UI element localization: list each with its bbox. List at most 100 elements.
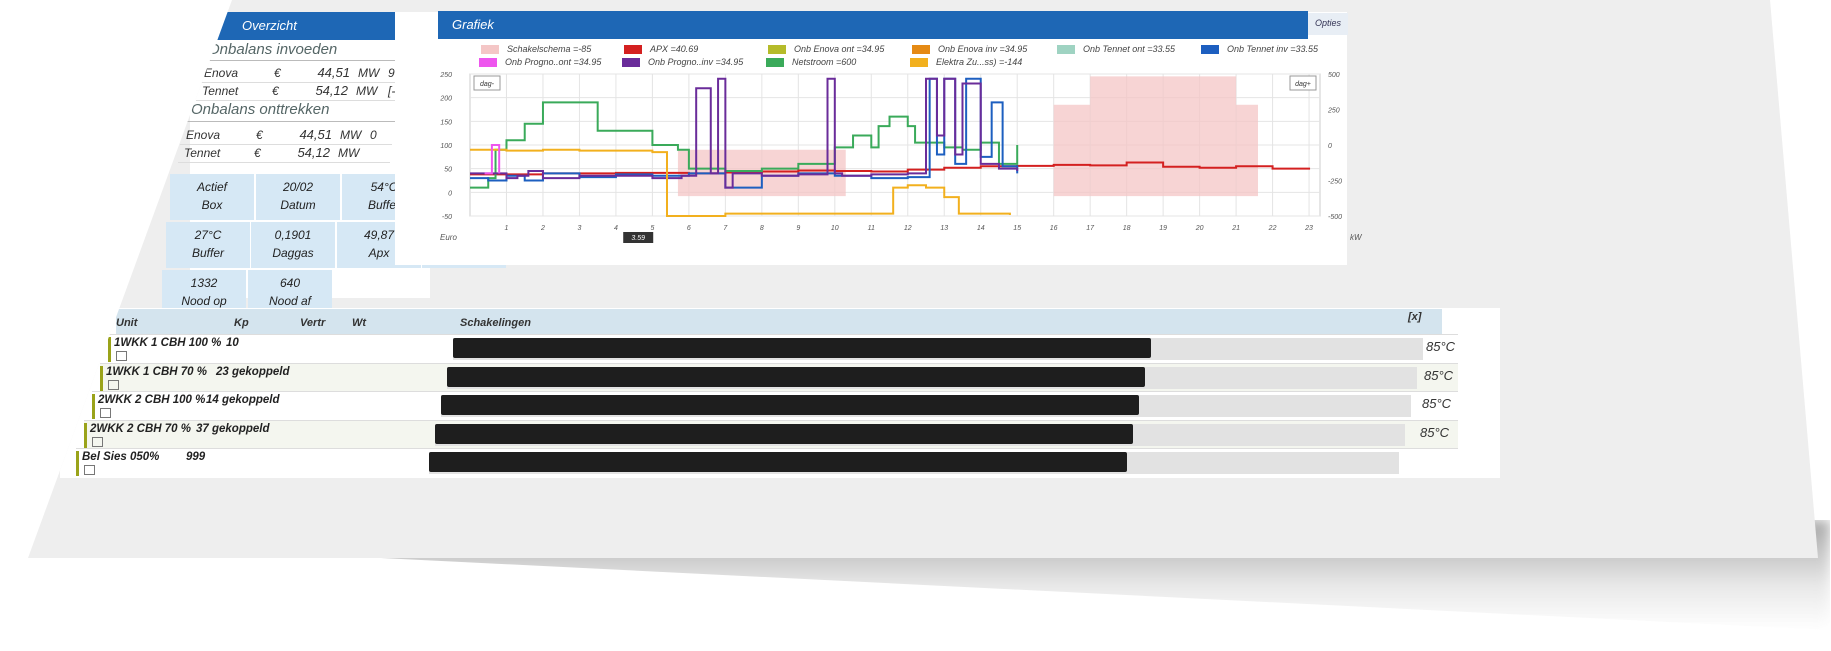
kp-value: 10 [226,337,239,349]
col-unit[interactable]: Unit [116,317,137,329]
currency-symbol: € [254,146,261,160]
table-row[interactable]: 2WKK 2 CBH 100 % 14 gekoppeld 85°C [92,391,1458,421]
x-tick-label: 3 [577,225,581,232]
grafiek-title: Grafiek [452,17,494,32]
kp-value: 23 gekoppeld [216,365,290,378]
y2-tick-label: 250 [1327,108,1340,115]
x-tick-label: 4 [614,225,618,232]
y-tick-label: -50 [442,214,452,221]
tile-value: 640 [279,276,301,290]
temperature-value: 85°C [1426,339,1456,354]
tile-value: 0,1901 [274,228,312,242]
calendar-icon[interactable] [84,465,95,475]
x-tick-label: 16 [1050,225,1058,232]
legend-label: Onb Enova ont =34.95 [794,44,885,54]
calendar-icon[interactable] [108,379,119,390]
y2-axis-label: kW [1350,233,1363,242]
x-tick-label: 8 [760,225,764,232]
col-vertr[interactable]: Vertr [300,317,325,329]
onbalans-row: Enova€44,51MW98 [-16] [204,64,424,98]
status-tile: 27°C Buffer [166,222,250,268]
unit-label: MW [340,128,362,142]
x-tick-label: 6 [687,225,691,232]
unit-label: MW [338,146,360,160]
divider [178,162,390,163]
switch-bar [441,395,1140,415]
unit-name: 2WKK 2 CBH 70 % [90,422,191,435]
temperature-value: 85°C [1422,396,1452,411]
kp-value: 14 gekoppeld [206,394,280,406]
col-wt[interactable]: Wt [352,317,366,329]
x-tick-label: 5 [650,225,654,232]
options-button[interactable]: Opties [1308,13,1348,35]
tile-label: Datum [280,198,316,212]
onbalans-name: Enova [186,128,221,142]
unit-label: MW [356,84,378,98]
onbalans-row: Enova €44,51 MW 0 [186,126,406,144]
onbalans-row: Tennet €54,12 MW [184,144,404,162]
row-accent [76,451,79,476]
legend-label: Onb Enova inv =34.95 [938,44,1028,54]
x-tick-label: 15 [1013,225,1021,232]
status-tile: 20/02 Datum [256,174,340,220]
unit-name: Bel Sies 050% [82,451,160,463]
unit-label: MW [358,66,380,80]
table-row[interactable]: Bel Sies 050% 999 [76,448,1458,478]
col-schakelingen[interactable]: Schakelingen [460,317,531,329]
currency-symbol: € [272,84,279,98]
calendar-icon[interactable] [116,351,127,361]
x-tick-label: 10 [831,225,839,232]
legend-swatch [1201,45,1219,54]
col-kp[interactable]: Kp [234,317,249,329]
table-row[interactable]: 1WKK 1 CBH 100 % 10 85°C [108,334,1458,364]
x-tick-label: 19 [1159,225,1167,232]
divider [184,121,400,122]
onbalans-name: Enova [204,66,239,80]
tile-value: 27°C [194,228,222,242]
y2-tick-label: 0 [1328,143,1332,150]
x-tick-label: 12 [904,225,912,232]
calendar-icon[interactable] [100,408,111,418]
x-tick-label: 14 [977,225,985,232]
onbalans-price: 44,51 [299,127,332,142]
x-tick-label: 17 [1086,225,1095,232]
tile-value: 20/02 [282,180,314,194]
x-tick-label: 21 [1231,225,1240,232]
invoeden-title: Onbalans invoeden [208,41,338,58]
table-row[interactable]: 1WKK 1 CBH 70 % 23 gekoppeld 85°C [100,362,1458,393]
row-accent [84,422,87,448]
x-tick-label: 23 [1304,225,1313,232]
y2-tick-label: -500 [1328,214,1342,221]
x-tick-label: 20 [1195,225,1204,232]
x-tick-label: 11 [868,225,875,232]
y2-tick-label: -250 [1328,179,1342,186]
cursor-readout: 3.59 [631,235,645,242]
currency-symbol: € [274,66,281,80]
switch-bar [429,452,1128,472]
tile-label: Buffer [191,246,224,260]
legend-label: Onb Tennet inv =33.55 [1227,44,1318,54]
x-tick-label: 13 [940,225,948,232]
calendar-icon[interactable] [92,436,103,447]
close-table-button[interactable]: [x] [1408,311,1421,323]
row-accent [100,365,103,391]
onbalans-price: 54,12 [315,83,348,98]
tile-value: 1332 [190,276,218,290]
onbalans-name: Tennet [202,84,239,98]
table-row[interactable]: 2WKK 2 CBH 70 % 37 gekoppeld 85°C [84,419,1458,450]
y-tick-label: 100 [440,143,452,150]
legend-swatch [768,45,786,54]
row-accent [108,337,111,362]
y-tick-label: 250 [439,72,452,79]
x-tick-label: 9 [796,225,800,232]
legend-swatch [1057,45,1075,54]
legend-label: Schakelschema =-85 [507,44,592,54]
status-tile: Actief Box [170,174,254,220]
schakelschema-block [1053,104,1091,197]
y-tick-label: 0 [448,190,452,197]
kp-value: 999 [186,451,206,463]
x-tick-label: 1 [505,225,509,232]
onbalans-extra: 0 [370,128,377,142]
unit-name: 2WKK 2 CBH 100 % [98,394,206,406]
legend-swatch [481,45,499,54]
